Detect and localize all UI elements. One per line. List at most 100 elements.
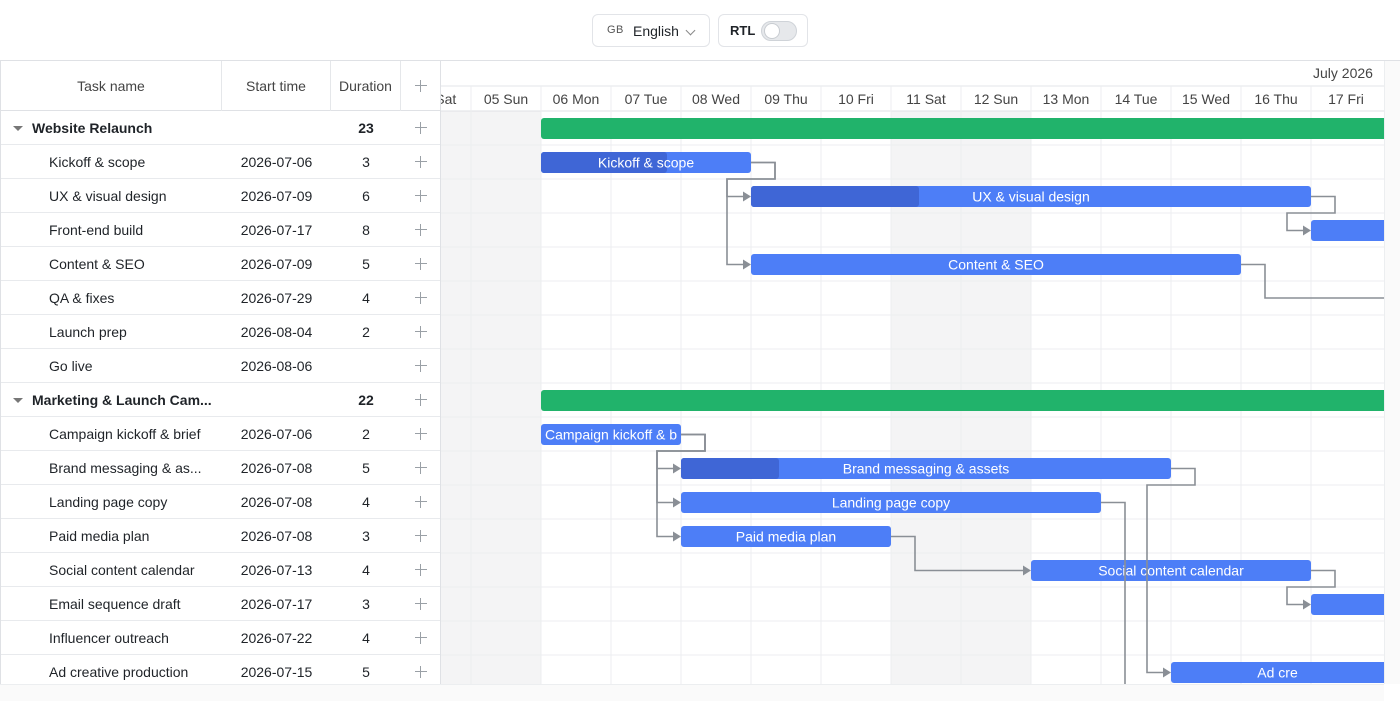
vertical-scrollbar[interactable] <box>1384 61 1400 684</box>
add-subtask-icon[interactable] <box>415 632 427 644</box>
column-header-start-time[interactable]: Start time <box>222 61 331 111</box>
task-name: Marketing & Launch Cam... <box>32 392 212 408</box>
add-subtask-icon[interactable] <box>415 462 427 474</box>
add-subtask-icon[interactable] <box>415 292 427 304</box>
task-name: Content & SEO <box>49 256 145 272</box>
task-name: UX & visual design <box>49 188 167 204</box>
chevron-down-icon <box>685 25 696 36</box>
weekend-column <box>471 111 541 684</box>
column-header-duration[interactable]: Duration <box>331 61 401 111</box>
add-subtask-icon[interactable] <box>415 224 427 236</box>
add-subtask-icon[interactable] <box>415 326 427 338</box>
task-start: 2026-07-17 <box>240 222 313 238</box>
day-tick-label: 07 Tue <box>625 91 668 107</box>
collapse-caret-icon[interactable] <box>13 398 23 403</box>
task-row[interactable]: QA & fixes 2026-07-29 4 <box>1 281 440 315</box>
task-bar-label: Paid media plan <box>736 529 836 545</box>
task-duration: 5 <box>362 664 370 680</box>
add-subtask-icon[interactable] <box>415 122 427 134</box>
add-subtask-icon[interactable] <box>415 530 427 542</box>
task-start <box>222 111 331 145</box>
task-start: 2026-07-13 <box>240 562 313 578</box>
task-start: 2026-08-04 <box>240 324 313 340</box>
task-start: 2026-07-06 <box>240 426 313 442</box>
add-subtask-icon[interactable] <box>415 598 427 610</box>
task-row[interactable]: Launch prep 2026-08-04 2 <box>1 315 440 349</box>
task-bar-label: Social content calendar <box>1098 563 1244 579</box>
task-duration: 4 <box>362 562 370 578</box>
task-duration: 3 <box>362 596 370 612</box>
task-row[interactable]: Paid media plan 2026-07-08 3 <box>1 519 440 553</box>
task-start: 2026-07-09 <box>240 188 313 204</box>
gantt-chart: Task name Start time Duration Website Re… <box>0 60 1400 701</box>
rtl-toggle[interactable] <box>761 21 797 41</box>
flag-icon: GB <box>607 24 624 36</box>
task-name: Ad creative production <box>49 664 189 680</box>
task-start: 2026-07-17 <box>240 596 313 612</box>
add-task-header[interactable] <box>401 61 440 111</box>
task-row[interactable]: Landing page copy 2026-07-08 4 <box>1 485 440 519</box>
task-row[interactable]: Social content calendar 2026-07-13 4 <box>1 553 440 587</box>
project-bar <box>541 118 1384 139</box>
task-start <box>222 383 331 417</box>
task-row[interactable]: Ad creative production 2026-07-15 5 <box>1 655 440 684</box>
task-start: 2026-07-06 <box>240 154 313 170</box>
task-bar <box>1311 594 1384 615</box>
day-tick-label: 13 Mon <box>1043 91 1090 107</box>
dependency-arrow-icon <box>743 259 751 270</box>
task-duration: 3 <box>362 154 370 170</box>
task-row[interactable]: Content & SEO 2026-07-09 5 <box>1 247 440 281</box>
add-subtask-icon[interactable] <box>415 360 427 372</box>
task-row[interactable]: Email sequence draft 2026-07-17 3 <box>1 587 440 621</box>
day-tick-label: 09 Thu <box>764 91 807 107</box>
day-tick-label: 04 Sat <box>441 91 456 107</box>
task-duration: 2 <box>362 324 370 340</box>
task-bar <box>1311 220 1384 241</box>
task-row[interactable]: Influencer outreach 2026-07-22 4 <box>1 621 440 655</box>
add-subtask-icon[interactable] <box>415 258 427 270</box>
day-tick-label: 05 Sun <box>484 91 528 107</box>
task-name: Campaign kickoff & brief <box>49 426 201 442</box>
dependency-link <box>1101 501 1126 684</box>
task-start: 2026-07-22 <box>240 630 313 646</box>
collapse-caret-icon[interactable] <box>13 126 23 131</box>
task-start: 2026-07-08 <box>240 494 313 510</box>
task-bar-label: Brand messaging & assets <box>843 461 1010 477</box>
day-tick-label: 17 Fri <box>1328 91 1364 107</box>
task-row[interactable]: Brand messaging & as... 2026-07-08 5 <box>1 451 440 485</box>
task-row[interactable]: Campaign kickoff & brief 2026-07-06 2 <box>1 417 440 451</box>
project-row[interactable]: Marketing & Launch Cam... 22 <box>1 383 440 417</box>
task-row[interactable]: Kickoff & scope 2026-07-06 3 <box>1 145 440 179</box>
task-name: Landing page copy <box>49 494 168 510</box>
task-name: Brand messaging & as... <box>49 460 202 476</box>
rtl-control: RTL <box>718 14 808 47</box>
task-row[interactable]: Front-end build 2026-07-17 8 <box>1 213 440 247</box>
column-header-task-name[interactable]: Task name <box>1 61 222 111</box>
dependency-arrow-icon <box>1163 667 1171 678</box>
day-tick-label: 14 Tue <box>1115 91 1158 107</box>
add-subtask-icon[interactable] <box>415 428 427 440</box>
task-row[interactable]: UX & visual design 2026-07-09 6 <box>1 179 440 213</box>
add-subtask-icon[interactable] <box>415 190 427 202</box>
weekend-column <box>441 111 471 684</box>
task-start: 2026-07-08 <box>240 460 313 476</box>
add-subtask-icon[interactable] <box>415 156 427 168</box>
rtl-toggle-knob <box>764 23 780 39</box>
task-row[interactable]: Go live 2026-08-06 <box>1 349 440 383</box>
language-select[interactable]: GB English <box>592 14 710 47</box>
task-name: Front-end build <box>49 222 144 238</box>
project-row[interactable]: Website Relaunch 23 <box>1 111 440 145</box>
month-label: July 2026 <box>1313 65 1373 81</box>
timeline-chart: 04 Sat 05 Sun 06 Mon 07 Tue 08 Wed 09 Thu 10 F… <box>441 61 1384 684</box>
horizontal-scrollbar[interactable] <box>0 684 1384 701</box>
day-tick-label: 08 Wed <box>692 91 740 107</box>
task-name: Influencer outreach <box>49 630 169 646</box>
add-subtask-icon[interactable] <box>415 666 427 678</box>
add-subtask-icon[interactable] <box>415 496 427 508</box>
task-progress-fill <box>681 458 779 479</box>
day-tick-label: 06 Mon <box>553 91 600 107</box>
add-subtask-icon[interactable] <box>415 394 427 406</box>
task-name: Launch prep <box>49 324 127 340</box>
task-bar-label: Kickoff & scope <box>598 155 694 171</box>
add-subtask-icon[interactable] <box>415 564 427 576</box>
